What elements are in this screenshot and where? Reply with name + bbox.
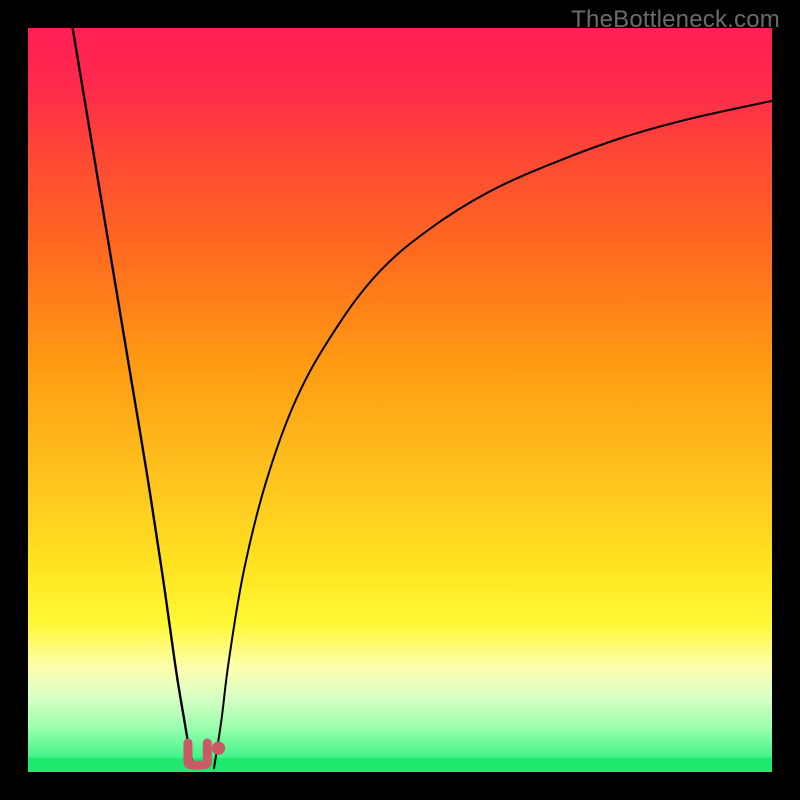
plot-area bbox=[28, 28, 772, 772]
u-marker bbox=[188, 743, 207, 765]
chart-frame: TheBottleneck.com bbox=[0, 0, 800, 800]
dot-marker bbox=[212, 741, 225, 754]
watermark-text: TheBottleneck.com bbox=[571, 6, 780, 34]
markers-layer bbox=[28, 28, 772, 772]
